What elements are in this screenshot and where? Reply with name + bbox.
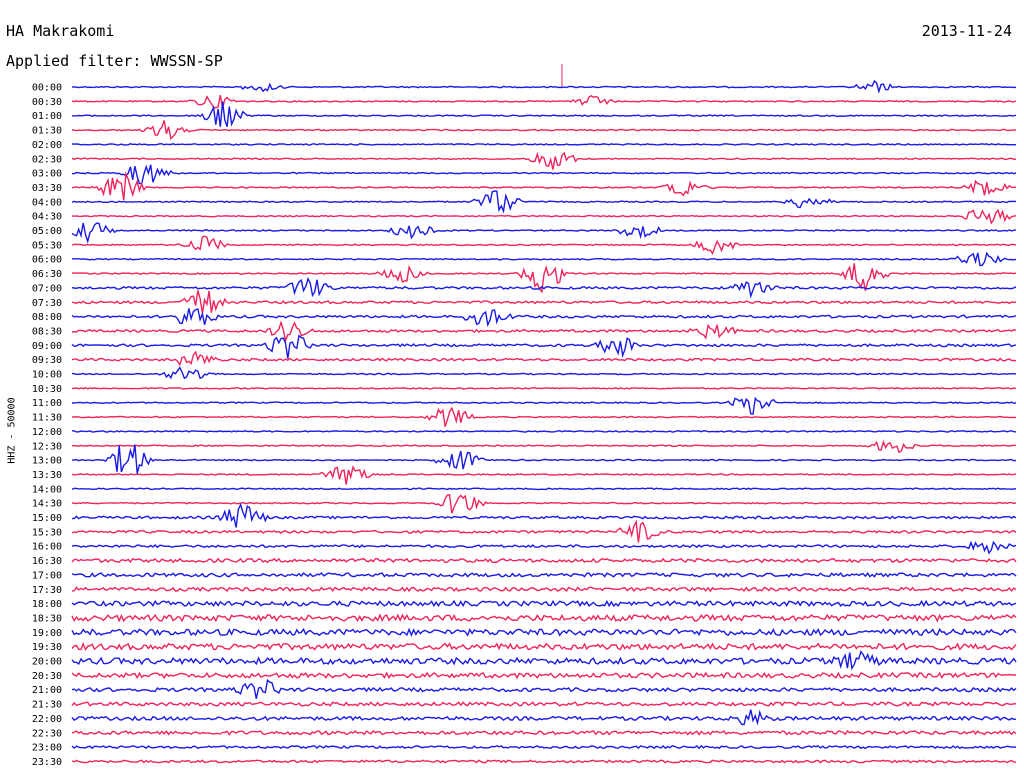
y-tick-label: 13:30: [32, 470, 62, 481]
trace-0400: [71, 190, 1017, 214]
trace-1500: [71, 502, 1017, 528]
y-tick-label: 14:30: [32, 499, 62, 510]
trace-0730: [71, 290, 1017, 314]
y-tick-label: 20:30: [32, 671, 62, 682]
y-tick-label: 03:30: [32, 183, 62, 194]
trace-1200: [71, 430, 1017, 433]
y-tick-label: 23:00: [32, 743, 62, 754]
y-tick-label: 10:00: [32, 370, 62, 381]
trace-0930: [71, 350, 1017, 367]
y-tick-label: 14:00: [32, 484, 62, 495]
trace-2330: [71, 759, 1017, 764]
trace-1530: [71, 519, 1017, 543]
trace-2000: [71, 650, 1017, 671]
y-tick-label: 17:00: [32, 570, 62, 581]
y-tick-label: 00:00: [32, 83, 62, 94]
trace-0530: [71, 235, 1017, 256]
y-tick-label: 16:30: [32, 556, 62, 567]
y-tick-label: 08:30: [32, 326, 62, 337]
trace-1330: [71, 465, 1017, 485]
y-tick-label: 11:00: [32, 398, 62, 409]
y-tick-label: 02:00: [32, 140, 62, 151]
trace-1130: [71, 406, 1016, 427]
y-tick-label: 10:30: [32, 384, 62, 395]
trace-0000: [71, 79, 1017, 94]
y-tick-label: 21:30: [32, 700, 62, 711]
y-tick-label: 07:00: [32, 283, 62, 294]
trace-1800: [71, 599, 1017, 608]
y-tick-label: 08:00: [32, 312, 62, 323]
trace-0430: [71, 208, 1017, 225]
trace-0230: [71, 151, 1017, 170]
trace-1430: [71, 494, 1017, 514]
y-tick-label: 01:30: [32, 126, 62, 137]
y-tick-label: 23:30: [32, 757, 62, 768]
trace-1730: [71, 586, 1017, 593]
trace-2200: [71, 709, 1017, 726]
trace-0830: [71, 320, 1017, 344]
trace-0300: [71, 164, 1017, 185]
trace-1030: [71, 387, 1017, 390]
y-tick-label: 15:30: [32, 527, 62, 538]
y-tick-label: 02:30: [32, 154, 62, 165]
trace-0700: [71, 277, 1017, 299]
y-tick-label: 05:00: [32, 226, 62, 237]
trace-1000: [71, 366, 1017, 380]
y-tick-label: 18:30: [32, 613, 62, 624]
y-tick-label: 18:00: [32, 599, 62, 610]
trace-1830: [71, 613, 1017, 623]
trace-2130: [71, 701, 1017, 707]
y-tick-label: 09:00: [32, 341, 62, 352]
trace-0800: [71, 308, 1017, 328]
y-tick-label: 15:00: [32, 513, 62, 524]
trace-0100: [71, 101, 1017, 127]
y-tick-label: 22:00: [32, 714, 62, 725]
y-tick-label: 04:00: [32, 197, 62, 208]
trace-0130: [71, 120, 1016, 141]
trace-1630: [71, 557, 1017, 564]
trace-0330: [71, 171, 1017, 201]
y-tick-label: 19:00: [32, 628, 62, 639]
y-tick-label: 20:00: [32, 657, 62, 668]
trace-1230: [71, 439, 1017, 454]
y-tick-label: 06:30: [32, 269, 62, 280]
y-tick-label: 01:00: [32, 111, 62, 122]
trace-1100: [71, 396, 1017, 415]
trace-0900: [71, 334, 1017, 359]
trace-1300: [71, 444, 1017, 474]
y-tick-label: 11:30: [32, 413, 62, 424]
y-tick-label: 17:30: [32, 585, 62, 596]
trace-1700: [71, 571, 1017, 578]
y-tick-label: 06:00: [32, 255, 62, 266]
y-tick-label: 03:00: [32, 169, 62, 180]
y-tick-label: 09:30: [32, 355, 62, 366]
y-tick-label: 05:30: [32, 240, 62, 251]
trace-2100: [71, 678, 1017, 699]
trace-1930: [71, 641, 1017, 652]
y-tick-label: 12:30: [32, 441, 62, 452]
trace-2230: [71, 729, 1017, 736]
y-tick-label: 19:30: [32, 642, 62, 653]
trace-0600: [72, 251, 1017, 267]
y-tick-label: 22:30: [32, 728, 62, 739]
y-tick-label: 12:00: [32, 427, 62, 438]
seismogram-plot: 00:00 00:30 01:00 01:30 02:00 02:30 03:00 03:30…: [32, 64, 1017, 768]
y-tick-label: 13:00: [32, 456, 62, 467]
y-tick-label: 07:30: [32, 298, 62, 309]
trace-0030: [71, 94, 1017, 109]
y-tick-label: 04:30: [32, 212, 62, 223]
y-tick-label: 16:00: [32, 542, 62, 553]
trace-1900: [71, 627, 1017, 637]
y-tick-label: 00:30: [32, 97, 62, 108]
y-tick-label: 21:00: [32, 685, 62, 696]
trace-1400: [71, 487, 1017, 491]
trace-1600: [71, 540, 1017, 555]
trace-2030: [71, 671, 1017, 680]
trace-2300: [71, 744, 1017, 750]
trace-0200: [71, 143, 1017, 146]
